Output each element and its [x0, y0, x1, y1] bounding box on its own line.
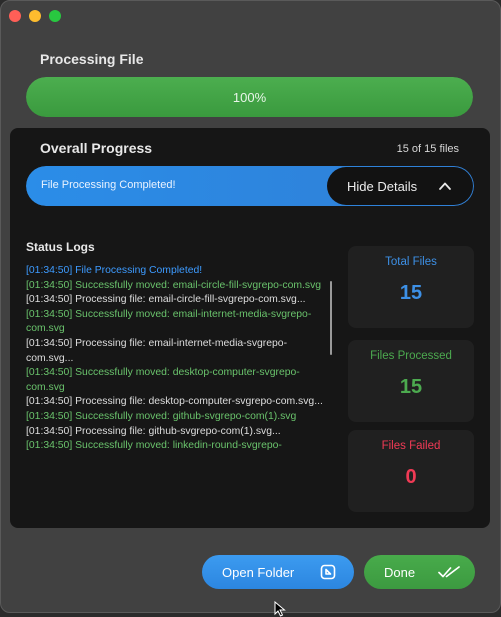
overall-progress-panel: Overall Progress 15 of 15 files File Pro…: [10, 128, 490, 528]
minimize-window-button[interactable]: [29, 10, 41, 22]
done-label: Done: [384, 564, 416, 580]
overall-progress-bar: File Processing Completed! Hide Details: [26, 166, 474, 206]
done-button[interactable]: Done: [364, 555, 475, 589]
mouse-cursor-icon: [274, 601, 286, 617]
files-processed-value: 15: [399, 376, 423, 398]
processing-file-title: Processing File: [40, 51, 144, 67]
total-files-card: Total Files 15: [348, 246, 474, 328]
files-failed-card: Files Failed 0: [348, 430, 474, 512]
files-processed-label: Files Processed: [370, 350, 452, 362]
open-folder-button[interactable]: Open Folder: [202, 555, 354, 589]
overall-status-text: File Processing Completed!: [41, 179, 176, 191]
log-scrollbar[interactable]: [330, 281, 332, 355]
open-folder-label: Open Folder: [222, 564, 295, 580]
log-line: [01:34:50] File Processing Completed!: [26, 265, 203, 276]
log-line: [01:34:50] Successfully moved: email-cir…: [26, 279, 322, 291]
log-line: [01:34:50] Processing file: github-svgre…: [26, 425, 281, 437]
hide-details-label: Hide Details: [347, 178, 418, 194]
total-files-label: Total Files: [385, 256, 437, 268]
log-line: [01:34:50] Successfully moved: email-int…: [26, 308, 312, 335]
log-line: [01:34:50] Successfully moved: linkedin-…: [26, 440, 282, 452]
log-line: [01:34:50] Successfully moved: desktop-c…: [26, 367, 300, 393]
processing-progress-bar: 100%: [26, 77, 473, 117]
files-failed-label: Files Failed: [381, 440, 441, 452]
zoom-window-button[interactable]: [49, 10, 61, 22]
files-processed-card: Files Processed 15: [348, 340, 474, 422]
double-check-icon: [438, 566, 460, 578]
close-window-button[interactable]: [9, 10, 21, 22]
open-external-icon: [320, 564, 336, 580]
overall-progress-title: Overall Progress: [40, 140, 153, 156]
window-controls: [9, 10, 61, 22]
processing-percent-label: 100%: [232, 89, 267, 105]
log-line: [01:34:50] Processing file: email-intern…: [26, 337, 288, 364]
log-line: [01:34:50] Successfully moved: github-sv…: [26, 410, 297, 422]
total-files-value: 15: [399, 282, 423, 304]
chevron-up-icon: [439, 182, 451, 190]
status-logs-title: Status Logs: [26, 240, 95, 254]
log-line: [01:34:50] Processing file: desktop-comp…: [26, 396, 323, 408]
files-count-label: 15 of 15 files: [396, 143, 459, 155]
log-line: [01:34:50] Processing file: email-circle…: [26, 294, 306, 306]
files-failed-value: 0: [405, 466, 417, 488]
app-window: Processing File 100% Overall Progress 15…: [0, 0, 501, 613]
hide-details-button[interactable]: Hide Details: [327, 167, 473, 205]
status-log-list[interactable]: [01:34:50] File Processing Completed! [01…: [26, 264, 332, 514]
